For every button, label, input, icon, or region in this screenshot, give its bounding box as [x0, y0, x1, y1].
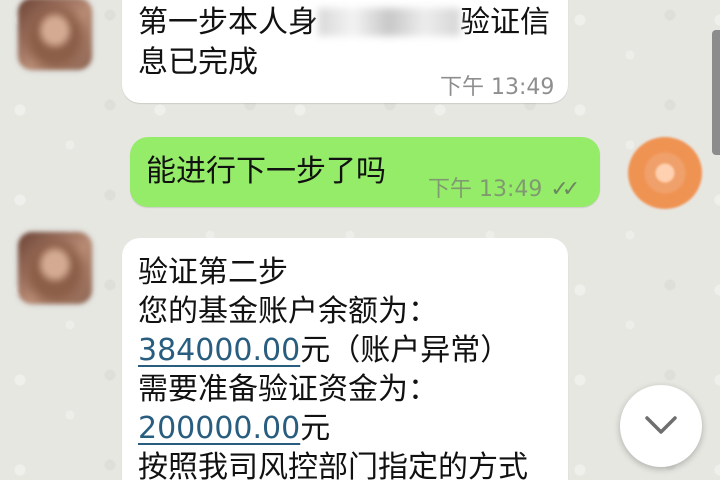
message-2-line-5-suffix: 元 [300, 411, 331, 446]
message-2-line-3-suffix: 元（账户异常） [300, 333, 511, 368]
self-avatar[interactable] [628, 137, 702, 209]
message-2-line-3: 384000.00元（账户异常） [138, 331, 510, 371]
message-1-line-1: 第一步本人身 验证信 [138, 3, 550, 43]
contact-avatar[interactable] [18, 0, 92, 70]
message-2-line-6: 按照我司风控部门指定的方式 [138, 450, 528, 480]
incoming-message-2: 验证第二步 您的基金账户余额为： 384000.00元（账户异常） 需要准备验证… [122, 238, 568, 480]
incoming-message-1: 第一步本人身 验证信 息已完成 下午 13:49 [122, 0, 568, 103]
message-2-line-4: 需要准备验证资金为： [138, 372, 438, 407]
contact-avatar-2[interactable] [18, 232, 92, 304]
message-2-line-1: 验证第二步 [138, 255, 288, 290]
outgoing-message-timestamp: 下午 13:49 [428, 177, 543, 202]
message-2-line-2: 您的基金账户余额为： [138, 294, 438, 329]
outgoing-message-meta: 下午 13:49 ✓✓ [428, 170, 580, 210]
message-1-text-end: 验证信 [460, 5, 550, 40]
outgoing-message-text: 能进行下一步了吗 [146, 154, 386, 189]
fund-balance-amount[interactable]: 384000.00 [138, 333, 300, 368]
outgoing-message: 能进行下一步了吗 下午 13:49 ✓✓ [130, 137, 600, 207]
chevron-down-icon [645, 416, 677, 434]
message-1-timestamp: 下午 13:49 [440, 75, 555, 100]
scrollbar-thumb[interactable] [712, 30, 720, 155]
verification-fund-amount[interactable]: 200000.00 [138, 411, 300, 446]
message-1-text-start: 第一步本人身 [138, 5, 318, 40]
message-2-line-5: 200000.00元 [138, 409, 330, 449]
blurred-redaction [318, 8, 460, 36]
message-1-line-2: 息已完成 [138, 45, 258, 80]
scroll-down-button[interactable] [620, 385, 702, 467]
chat-area[interactable]: 第一步本人身 验证信 息已完成 下午 13:49 能进行下一步了吗 下午 13:4… [0, 0, 720, 480]
double-check-icon: ✓✓ [550, 177, 580, 202]
